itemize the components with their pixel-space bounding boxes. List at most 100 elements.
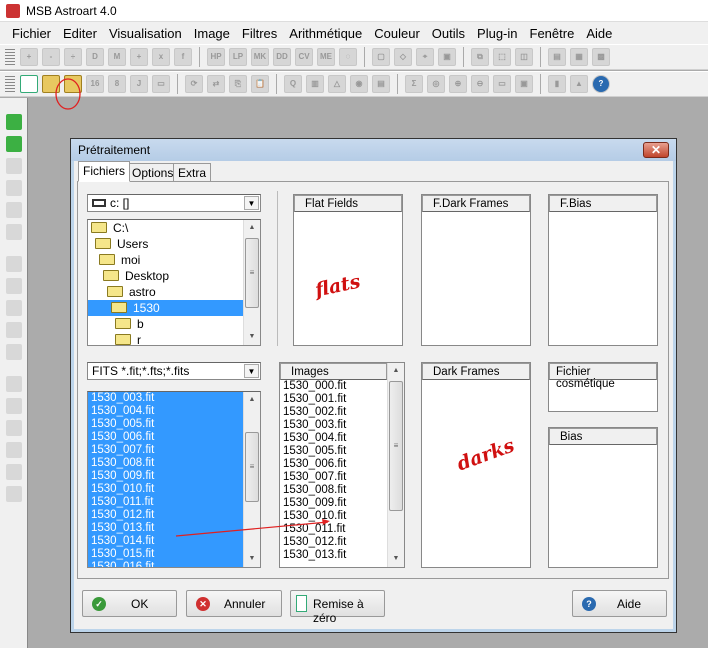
close-button[interactable]: ✕ (643, 142, 669, 158)
menu-item-fenetre[interactable]: Fenêtre (524, 26, 581, 41)
image-item[interactable]: 1530_012.fit (280, 536, 346, 549)
bias-list[interactable]: Bias (548, 427, 658, 568)
toolbar-button-icon[interactable]: ▢ (372, 48, 390, 66)
cancel-button[interactable]: ✕ Annuler (186, 590, 282, 617)
menu-item-couleur[interactable]: Couleur (368, 26, 426, 41)
folder-tree[interactable]: C:\ Users moi Desktop astro 1530 b r ▲ ≡ ▼ (87, 219, 261, 346)
image-item[interactable]: 1530_005.fit (280, 445, 346, 458)
tree-item[interactable]: b (88, 316, 244, 332)
toolbar-button-icon[interactable]: - (42, 48, 60, 66)
menu-item-plug-in[interactable]: Plug-in (471, 26, 523, 41)
toolbar-button-icon[interactable]: ▲ (570, 75, 588, 93)
toolbar-button-icon[interactable]: △ (328, 75, 346, 93)
toolbar-button-icon[interactable]: ME (317, 48, 335, 66)
toolbar-button-icon[interactable]: MK (251, 48, 269, 66)
toolbar-grip[interactable] (5, 76, 15, 92)
left-toolbar-button-icon[interactable] (6, 180, 22, 196)
toolbar-button-icon[interactable]: 📋 (251, 75, 269, 93)
file-list-scrollbar[interactable]: ▲ ≡ ▼ (243, 392, 260, 567)
new-file-icon[interactable] (20, 75, 38, 93)
toolbar-button-icon[interactable]: ◌ (339, 48, 357, 66)
tree-item[interactable]: r (88, 332, 244, 345)
file-item[interactable]: 1530_008.fit (88, 457, 260, 470)
flat-fields-list[interactable]: Flat Fields (293, 194, 403, 346)
left-toolbar-button-icon[interactable] (6, 464, 22, 480)
toolbar-button-icon[interactable]: ▤ (548, 48, 566, 66)
toolbar-button-icon[interactable]: ⊖ (471, 75, 489, 93)
left-toolbar-button-icon[interactable] (6, 300, 22, 316)
left-toolbar-button-icon[interactable] (6, 322, 22, 338)
images-scrollbar[interactable]: ▲ ≡ ▼ (387, 363, 404, 567)
menu-item-image[interactable]: Image (188, 26, 236, 41)
file-filter-select[interactable]: FITS *.fit;*.fts;*.fits ▼ (87, 362, 261, 380)
file-item[interactable]: 1530_013.fit (88, 522, 260, 535)
image-item[interactable]: 1530_009.fit (280, 497, 346, 510)
file-item[interactable]: 1530_012.fit (88, 509, 260, 522)
tree-item[interactable]: 1530 (88, 300, 244, 316)
left-toolbar-button-icon[interactable] (6, 344, 22, 360)
images-list[interactable]: 1530_000.fit 1530_001.fit 1530_002.fit 1530… (279, 362, 405, 568)
tree-item[interactable]: Desktop (88, 268, 244, 284)
left-toolbar-button-icon[interactable] (6, 376, 22, 392)
image-item[interactable]: 1530_004.fit (280, 432, 346, 445)
toolbar-button-icon[interactable]: ▥ (306, 75, 324, 93)
left-toolbar-button-icon[interactable] (6, 202, 22, 218)
file-item[interactable]: 1530_004.fit (88, 405, 260, 418)
toolbar-button-icon[interactable]: ◎ (427, 75, 445, 93)
menu-item-arithmetique[interactable]: Arithmétique (283, 26, 368, 41)
toolbar-button-icon[interactable]: 8 (108, 75, 126, 93)
dialog-title-bar[interactable]: Prétraitement ✕ (71, 139, 676, 161)
toolbar-button-icon[interactable]: ⟳ (185, 75, 203, 93)
tree-item[interactable]: moi (88, 252, 244, 268)
left-toolbar-button-icon[interactable] (6, 398, 22, 414)
reset-button[interactable]: Remise à zéro (290, 590, 385, 625)
menu-item-editer[interactable]: Editer (57, 26, 103, 41)
file-item[interactable]: 1530_010.fit (88, 483, 260, 496)
toolbar-button-icon[interactable]: LP (229, 48, 247, 66)
toolbar-button-icon[interactable]: CV (295, 48, 313, 66)
file-item[interactable]: 1530_007.fit (88, 444, 260, 457)
toolbar-button-icon[interactable]: ▣ (438, 48, 456, 66)
toolbar-button-icon[interactable]: ▭ (152, 75, 170, 93)
image-item[interactable]: 1530_010.fit (280, 510, 346, 523)
f-dark-frames-list[interactable]: F.Dark Frames (421, 194, 531, 346)
chevron-down-icon[interactable]: ▼ (244, 364, 259, 378)
toolbar-button-icon[interactable]: ⧉ (471, 48, 489, 66)
left-toolbar-button-icon[interactable] (6, 486, 22, 502)
drive-select[interactable]: c: [] ▼ (87, 194, 261, 212)
cosmetic-file-field[interactable]: Fichier cosmétique (548, 362, 658, 412)
image-item[interactable]: 1530_013.fit (280, 549, 346, 562)
toolbar-button-icon[interactable]: ▤ (372, 75, 390, 93)
tree-scrollbar[interactable]: ▲ ≡ ▼ (243, 220, 260, 345)
help-icon[interactable]: ? (592, 75, 610, 93)
toolbar-button-icon[interactable]: ▦ (570, 48, 588, 66)
toolbar-button-icon[interactable]: ÷ (64, 48, 82, 66)
toolbar-button-icon[interactable]: ◇ (394, 48, 412, 66)
image-item[interactable]: 1530_008.fit (280, 484, 346, 497)
left-toolbar-button-icon[interactable] (6, 442, 22, 458)
toolbar-button-icon[interactable]: M (108, 48, 126, 66)
file-item[interactable]: 1530_009.fit (88, 470, 260, 483)
image-item[interactable]: 1530_011.fit (280, 523, 346, 536)
toolbar-button-icon[interactable]: f (174, 48, 192, 66)
chevron-down-icon[interactable]: ▼ (244, 196, 259, 210)
toolbar-button-icon[interactable]: ▣ (515, 75, 533, 93)
file-item[interactable]: 1530_014.fit (88, 535, 260, 548)
menu-item-outils[interactable]: Outils (426, 26, 471, 41)
toolbar-button-icon[interactable]: ⬚ (493, 48, 511, 66)
menu-item-filtres[interactable]: Filtres (236, 26, 283, 41)
left-toolbar-button-icon[interactable] (6, 158, 22, 174)
toolbar-button-icon[interactable]: ⎘ (229, 75, 247, 93)
toolbar-button-icon[interactable]: + (130, 48, 148, 66)
tab-options[interactable]: Options (127, 163, 179, 182)
file-item[interactable]: 1530_006.fit (88, 431, 260, 444)
file-item[interactable]: 1530_011.fit (88, 496, 260, 509)
toolbar-button-icon[interactable]: ◉ (350, 75, 368, 93)
left-toolbar-button-icon[interactable] (6, 278, 22, 294)
toolbar-button-icon[interactable]: J (130, 75, 148, 93)
file-item[interactable]: 1530_015.fit (88, 548, 260, 561)
toolbar-button-icon[interactable]: Σ (405, 75, 423, 93)
menu-item-aide[interactable]: Aide (580, 26, 618, 41)
left-toolbar-button-icon[interactable] (6, 256, 22, 272)
tree-item[interactable]: astro (88, 284, 244, 300)
